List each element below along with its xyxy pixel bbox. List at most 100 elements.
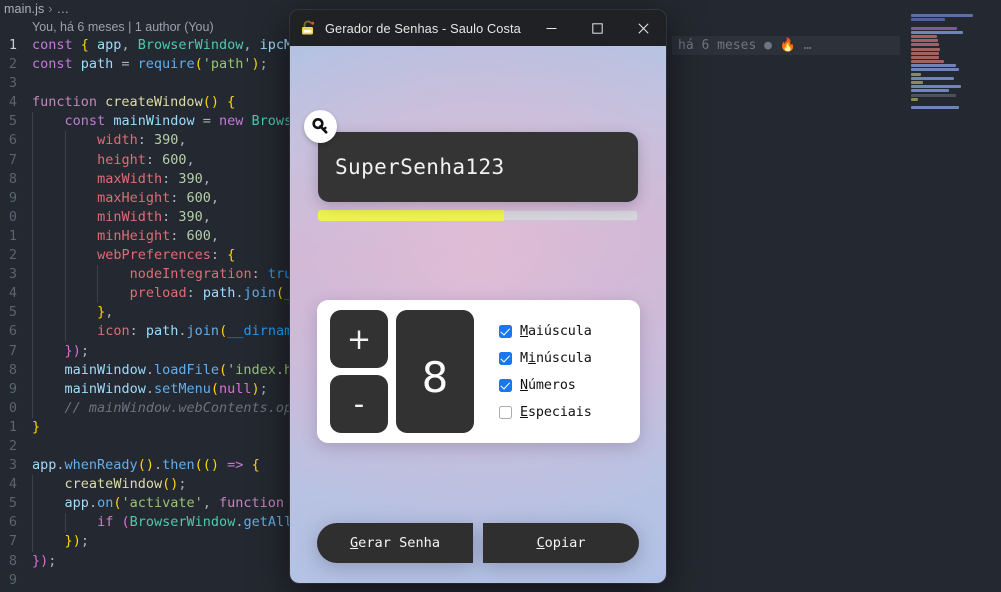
- code-text: minWidth: 390,: [97, 208, 211, 225]
- indent-guide: [32, 284, 33, 304]
- action-buttons: Gerar Senha Copiar: [317, 523, 639, 563]
- lock-icon: [300, 20, 316, 36]
- line-number: 9: [8, 571, 17, 588]
- code-text: // mainWindow.webContents.open: [64, 399, 309, 416]
- maximize-button[interactable]: [574, 10, 620, 46]
- line-number: 3: [8, 457, 17, 474]
- minimap-line: [911, 60, 944, 64]
- minimap-line: [911, 30, 963, 34]
- indent-guide: [64, 513, 66, 533]
- line-number: 5: [8, 304, 17, 321]
- code-text: webPreferences: {: [97, 247, 236, 264]
- line-number: 8: [8, 170, 17, 187]
- code-text: const mainWindow = new Browser: [64, 113, 309, 130]
- indent-guide: [64, 322, 66, 342]
- generate-password-button[interactable]: Gerar Senha: [317, 523, 473, 563]
- checkbox-checked-icon[interactable]: [499, 378, 512, 392]
- close-button[interactable]: [620, 10, 666, 46]
- indent-guide: [32, 188, 33, 208]
- line-number: 6: [8, 514, 17, 531]
- line-number: 7: [8, 533, 17, 550]
- minimap-line: [911, 47, 941, 51]
- line-number: 6: [8, 323, 17, 340]
- checkbox-checked-icon[interactable]: [499, 324, 512, 338]
- indent-guide: [32, 513, 33, 533]
- breadcrumb[interactable]: main.js ›…: [4, 2, 69, 16]
- breadcrumb-trail[interactable]: …: [57, 2, 70, 16]
- git-blame-inline: há 6 meses ● 🔥 …: [672, 36, 900, 56]
- minimize-icon: [546, 27, 556, 29]
- minimap-line: [911, 81, 924, 84]
- indent-guide: [32, 494, 33, 514]
- indent-guide: [32, 379, 33, 399]
- minimap-line: [911, 93, 956, 97]
- line-number: 5: [8, 495, 17, 512]
- window-titlebar[interactable]: Gerador de Senhas - Saulo Costa: [290, 10, 666, 46]
- line-number: 1: [8, 227, 17, 244]
- maximize-icon: [591, 22, 603, 34]
- code-text: mainWindow.setMenu(null);: [64, 380, 268, 397]
- breadcrumb-file[interactable]: main.js: [4, 2, 44, 16]
- options-panel: + - 8 Maiúscula Minúscula Números Especiais: [317, 300, 640, 443]
- decrease-length-button[interactable]: -: [330, 375, 388, 433]
- checkbox-row[interactable]: Números: [499, 378, 592, 393]
- editor-minimap[interactable]: [911, 14, 997, 110]
- line-number: 0: [8, 208, 17, 225]
- minimap-line: [911, 76, 954, 80]
- minimap-line: [911, 14, 973, 17]
- line-number: 6: [8, 132, 17, 149]
- checkbox-row[interactable]: Minúscula: [499, 351, 592, 366]
- password-value: SuperSenha123: [335, 155, 505, 179]
- code-text: createWindow();: [64, 476, 187, 493]
- checkbox-unchecked-icon[interactable]: [499, 405, 512, 419]
- line-number: 3: [8, 75, 17, 92]
- password-display-section: SuperSenha123: [304, 110, 638, 221]
- line-number: 2: [8, 56, 17, 73]
- indent-guide: [32, 532, 33, 552]
- indent-guide: [64, 303, 66, 323]
- git-blame-header: You, há 6 meses | 1 author (You): [32, 20, 214, 34]
- code-text: nodeIntegration: true,: [129, 266, 309, 283]
- indent-guide: [64, 150, 66, 170]
- code-text: });: [32, 552, 57, 569]
- checkbox-label: Maiúscula: [520, 323, 592, 339]
- checkbox-row[interactable]: Especiais: [499, 405, 592, 420]
- generate-accel: G: [349, 535, 359, 551]
- code-text: height: 600,: [97, 151, 195, 168]
- length-value: 8: [396, 310, 474, 433]
- line-number: 4: [8, 94, 17, 111]
- copy-label: opiar: [544, 535, 586, 551]
- password-strength-fill: [318, 210, 504, 221]
- code-text: minHeight: 600,: [97, 227, 220, 244]
- key-icon: [304, 110, 337, 143]
- minimap-line: [911, 106, 960, 110]
- code-text: const { app, BrowserWindow, ipcMai: [32, 37, 309, 53]
- password-field[interactable]: SuperSenha123: [304, 110, 638, 202]
- editor-scrollbar[interactable]: [997, 0, 1001, 592]
- length-stepper: + - 8: [330, 310, 474, 433]
- line-number: 2: [8, 247, 17, 264]
- checkbox-label: Especiais: [520, 404, 592, 420]
- minimap-line: [911, 55, 940, 59]
- flame-icon: 🔥: [779, 38, 796, 53]
- checkbox-label: Minúscula: [520, 350, 592, 366]
- minimap-line: [911, 68, 960, 72]
- increase-length-button[interactable]: +: [330, 310, 388, 368]
- indent-guide: [97, 265, 99, 285]
- copy-password-button[interactable]: Copiar: [483, 523, 639, 563]
- indent-guide: [32, 150, 33, 170]
- character-options-list: Maiúscula Minúscula Números Especiais: [499, 324, 592, 420]
- checkbox-row[interactable]: Maiúscula: [499, 324, 592, 339]
- indent-guide: [32, 303, 33, 323]
- line-number: 8: [8, 552, 17, 569]
- line-number: 7: [8, 151, 17, 168]
- indent-guide: [32, 207, 33, 227]
- indent-guide: [64, 131, 66, 151]
- blame-more: …: [803, 38, 812, 53]
- minimize-button[interactable]: [528, 10, 574, 46]
- code-text: app.whenReady().then(() => {: [32, 457, 260, 474]
- line-number: 4: [8, 285, 17, 302]
- checkbox-checked-icon[interactable]: [499, 351, 512, 365]
- code-text: width: 390,: [97, 132, 187, 149]
- checkbox-label: Números: [520, 377, 576, 393]
